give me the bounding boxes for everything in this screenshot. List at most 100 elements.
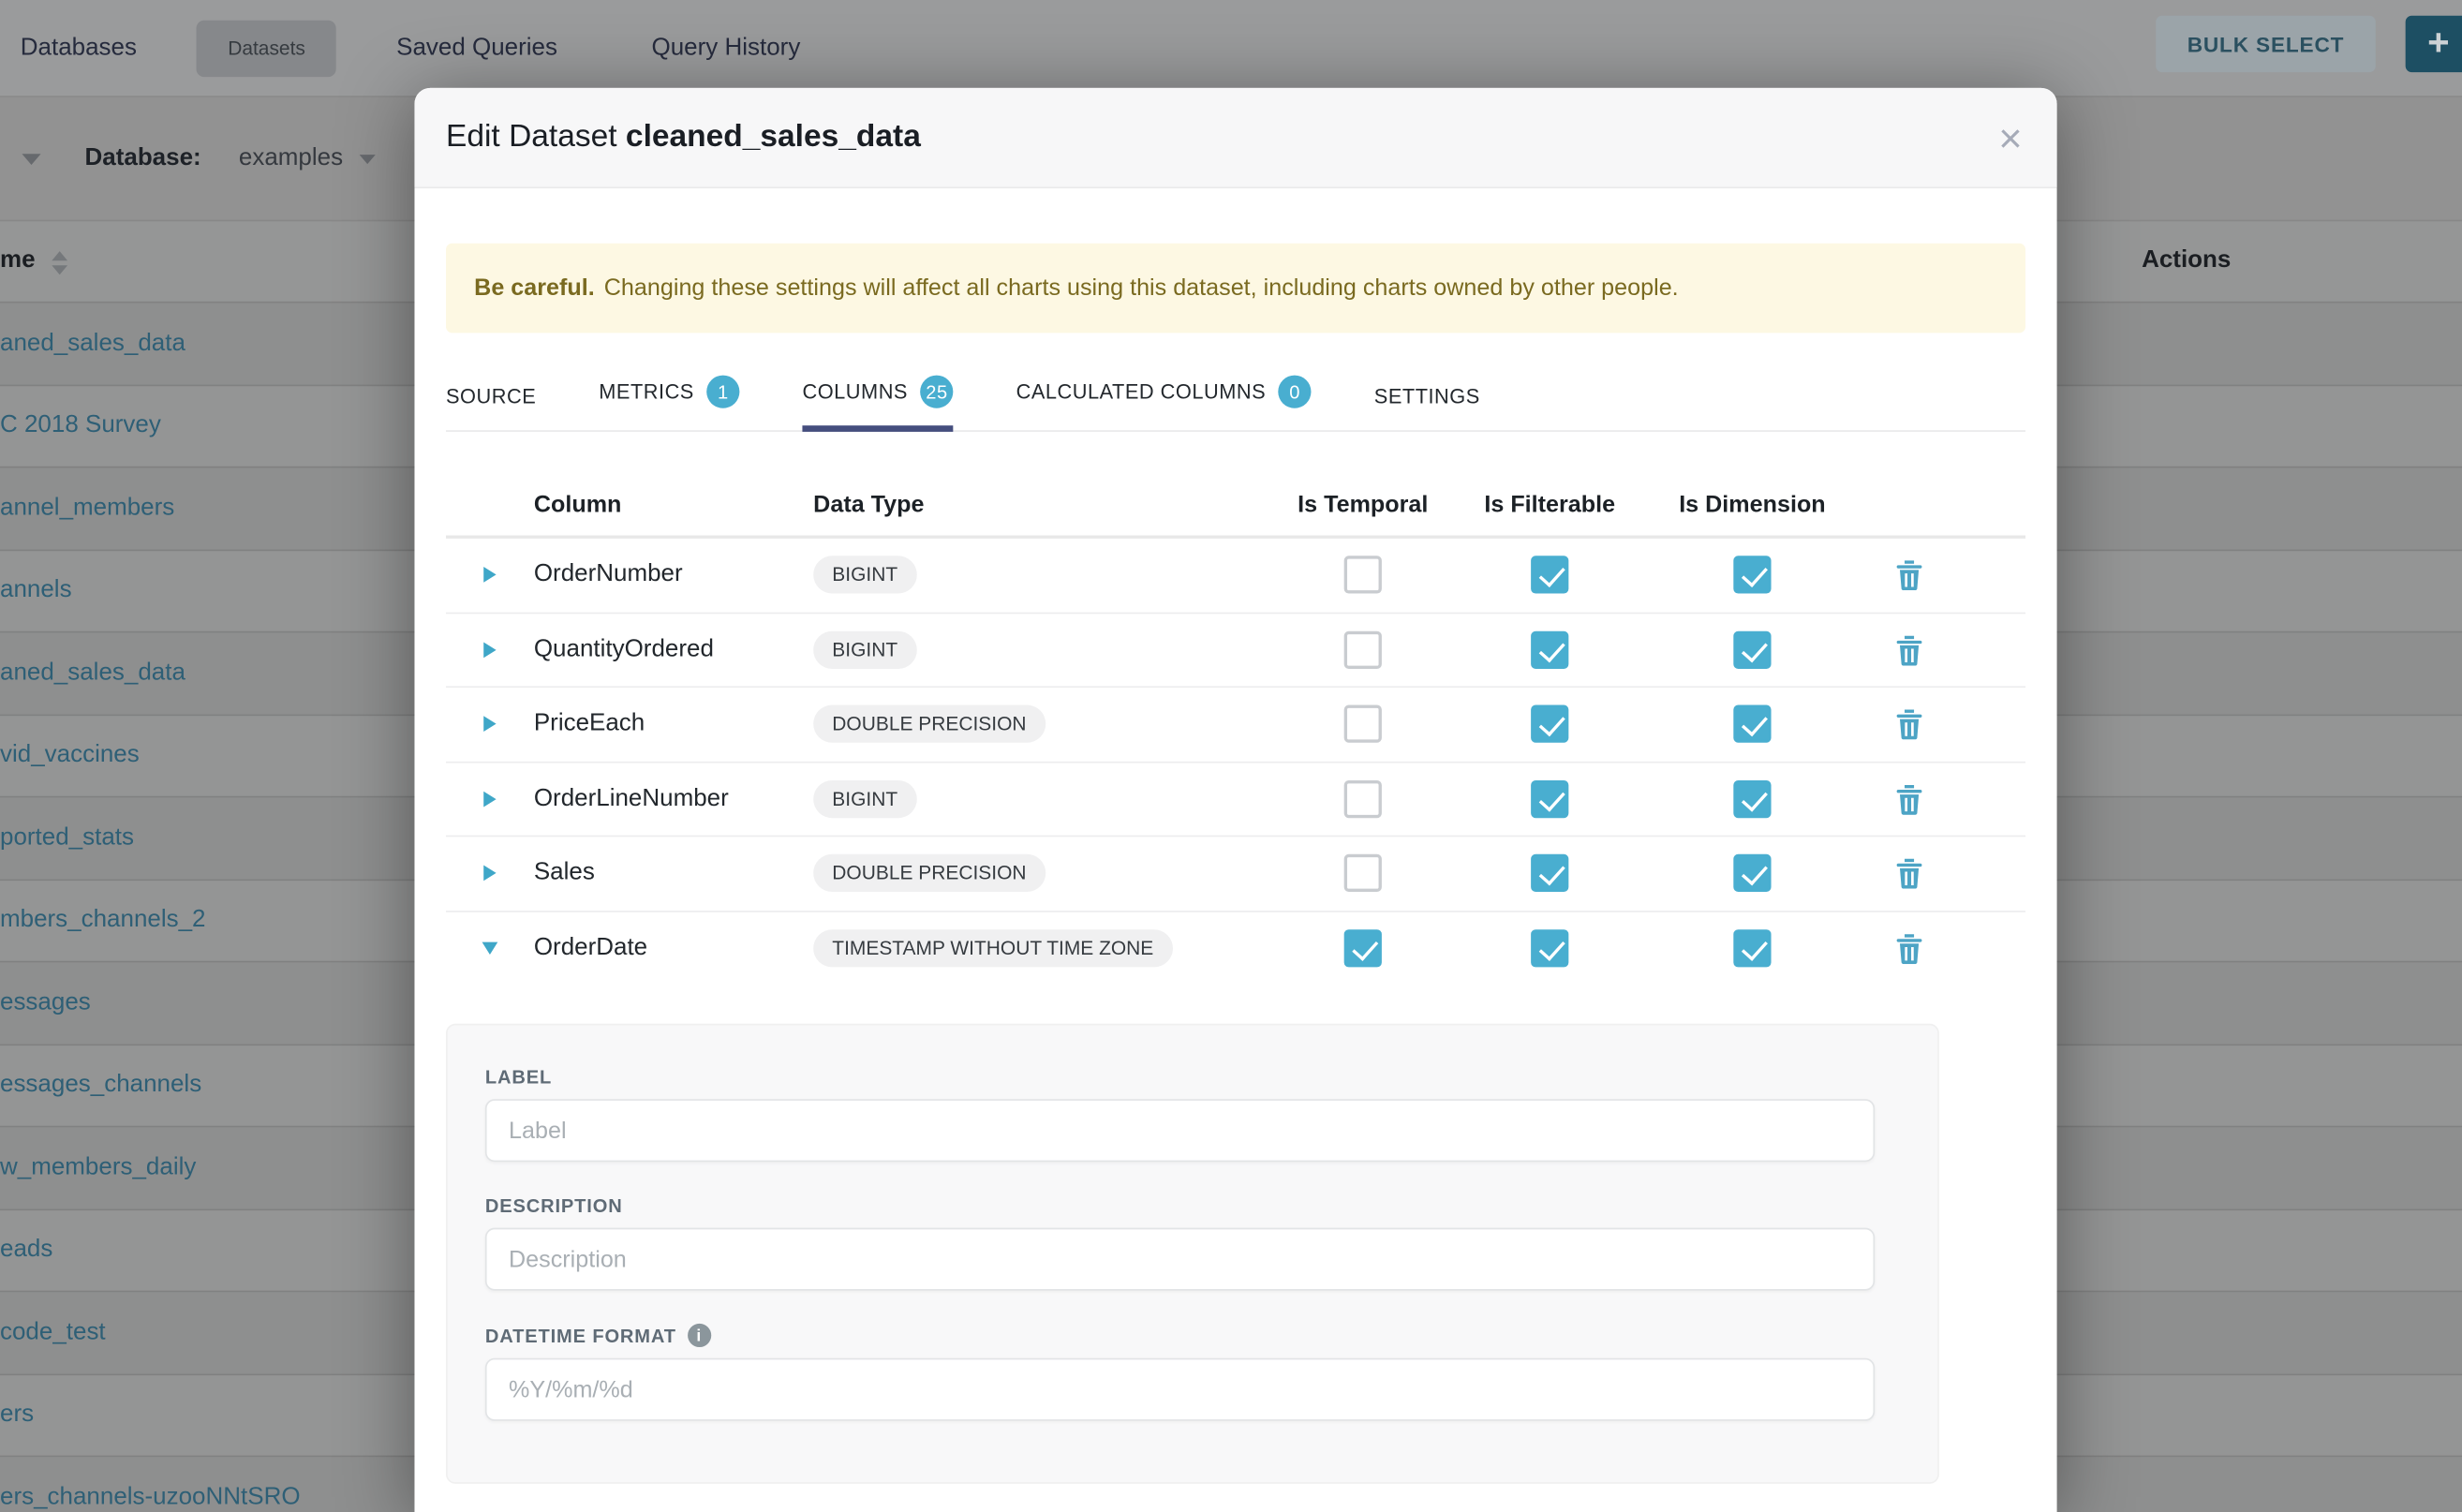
description-input[interactable] [485, 1228, 1875, 1291]
dataset-link[interactable]: annel_members [0, 495, 174, 523]
info-icon[interactable]: i [688, 1324, 711, 1347]
is-dimension-checkbox[interactable] [1733, 780, 1771, 818]
is-temporal-checkbox[interactable] [1344, 705, 1382, 743]
is-temporal-checkbox[interactable] [1344, 630, 1382, 668]
column-name: OrderDate [534, 934, 813, 962]
tab-count-badge: 1 [706, 376, 739, 408]
dataset-link[interactable]: mbers_channels_2 [0, 906, 206, 934]
sort-icon[interactable] [52, 251, 67, 274]
is-dimension-checkbox[interactable] [1733, 556, 1771, 594]
is-filterable-checkbox[interactable] [1531, 705, 1568, 743]
expand-caret-icon[interactable] [482, 941, 498, 954]
expand-caret-icon[interactable] [483, 791, 496, 807]
nav-item-databases[interactable]: Databases [21, 34, 137, 62]
database-filter-label: Database: [85, 144, 201, 172]
label-input[interactable] [485, 1099, 1875, 1162]
column-row: OrderDate TIMESTAMP WITHOUT TIME ZONE [446, 912, 2025, 985]
name-column-header[interactable]: me [0, 246, 36, 274]
is-filterable-checkbox[interactable] [1531, 780, 1568, 818]
column-row: PriceEach DOUBLE PRECISION [446, 688, 2025, 763]
trash-icon[interactable] [1895, 559, 1923, 591]
chevron-down-icon[interactable] [360, 154, 376, 163]
dataset-link[interactable]: ers [0, 1401, 34, 1429]
warning-bold: Be careful. [474, 274, 595, 301]
data-type-pill: BIGINT [813, 630, 916, 668]
header-is-filterable: Is Filterable [1457, 491, 1642, 517]
dataset-link[interactable]: aned_sales_data [0, 330, 185, 358]
header-column: Column [534, 491, 813, 517]
dataset-link[interactable]: essages [0, 988, 91, 1016]
header-is-temporal: Is Temporal [1268, 491, 1457, 517]
expand-caret-icon[interactable] [483, 567, 496, 583]
column-name: Sales [534, 859, 813, 887]
close-icon[interactable]: × [1998, 117, 2022, 158]
is-dimension-checkbox[interactable] [1733, 630, 1771, 668]
column-row: OrderLineNumber BIGINT [446, 763, 2025, 838]
actions-column-header: Actions [2142, 246, 2231, 274]
is-dimension-checkbox[interactable] [1733, 705, 1771, 743]
column-row: Sales DOUBLE PRECISION [446, 837, 2025, 912]
dataset-link[interactable]: w_members_daily [0, 1153, 196, 1181]
plus-icon: + [2427, 25, 2449, 63]
column-row: QuantityOrdered BIGINT [446, 613, 2025, 688]
dataset-link[interactable]: aned_sales_data [0, 660, 185, 688]
dataset-name: cleaned_sales_data [626, 119, 921, 154]
tab-columns[interactable]: COLUMNS25 [802, 376, 953, 431]
nav-item-datasets[interactable]: Datasets [197, 20, 337, 76]
is-temporal-checkbox[interactable] [1344, 929, 1382, 967]
modal-title: Edit Dataset cleaned_sales_data [446, 119, 921, 156]
is-dimension-checkbox[interactable] [1733, 929, 1771, 967]
bulk-select-button[interactable]: BULK SELECT [2156, 16, 2376, 72]
expand-caret-icon[interactable] [483, 642, 496, 658]
trash-icon[interactable] [1895, 858, 1923, 890]
tab-source[interactable]: SOURCE [446, 385, 536, 431]
database-filter-value[interactable]: examples [239, 144, 343, 172]
warning-banner: Be careful. Changing these settings will… [446, 244, 2025, 334]
is-dimension-checkbox[interactable] [1733, 854, 1771, 892]
label-field-label: LABEL [485, 1025, 1900, 1088]
tab-calculated-columns[interactable]: CALCULATED COLUMNS 0 [1016, 376, 1312, 431]
modal-tabs: SOURCE METRICS 1 COLUMNS25 CALCULATED COLUMN… [446, 355, 2025, 432]
is-temporal-checkbox[interactable] [1344, 780, 1382, 818]
dataset-link[interactable]: essages_channels [0, 1071, 201, 1099]
truncated-dropdown-caret-icon[interactable] [22, 153, 40, 164]
tab-metrics[interactable]: METRICS 1 [599, 376, 739, 431]
edit-dataset-modal: Edit Dataset cleaned_sales_data × Be car… [414, 88, 2056, 1512]
trash-icon[interactable] [1895, 708, 1923, 740]
trash-icon[interactable] [1895, 783, 1923, 815]
tab-label: CALCULATED COLUMNS [1016, 380, 1267, 404]
datetime-format-field-label: DATETIME FORMAT i [485, 1291, 1900, 1347]
header-is-dimension: Is Dimension [1642, 491, 1862, 517]
columns-table-body: OrderNumber BIGINT QuantityOrdered BIGIN… [446, 539, 2025, 985]
is-filterable-checkbox[interactable] [1531, 854, 1568, 892]
column-detail-panel: LABEL DESCRIPTION DATETIME FORMAT i [446, 1024, 1939, 1484]
data-type-pill: DOUBLE PRECISION [813, 705, 1045, 743]
add-dataset-button[interactable]: + [2406, 16, 2462, 72]
dataset-link[interactable]: code_test [0, 1318, 106, 1346]
is-temporal-checkbox[interactable] [1344, 854, 1382, 892]
is-temporal-checkbox[interactable] [1344, 556, 1382, 594]
tab-label: METRICS [599, 380, 694, 404]
dataset-link[interactable]: eads [0, 1236, 52, 1264]
dataset-link[interactable]: ported_stats [0, 823, 134, 852]
is-filterable-checkbox[interactable] [1531, 630, 1568, 668]
is-filterable-checkbox[interactable] [1531, 929, 1568, 967]
tab-settings[interactable]: SETTINGS [1374, 385, 1480, 431]
columns-table-header: Column Data Type Is Temporal Is Filterab… [446, 472, 2025, 538]
trash-icon[interactable] [1895, 634, 1923, 666]
modal-body: Be careful. Changing these settings will… [414, 244, 2056, 1484]
expand-caret-icon[interactable] [483, 717, 496, 733]
dataset-link[interactable]: C 2018 Survey [0, 412, 161, 440]
nav-item-saved-queries[interactable]: Saved Queries [396, 34, 557, 62]
trash-icon[interactable] [1895, 932, 1923, 964]
nav-item-query-history[interactable]: Query History [652, 34, 801, 62]
dataset-link[interactable]: vid_vaccines [0, 742, 140, 770]
dataset-link[interactable]: annels [0, 577, 72, 605]
expand-caret-icon[interactable] [483, 866, 496, 882]
tab-label: SETTINGS [1374, 385, 1480, 408]
dataset-link[interactable]: ers_channels-uzooNNtSRO [0, 1483, 301, 1511]
is-filterable-checkbox[interactable] [1531, 556, 1568, 594]
column-name: OrderLineNumber [534, 785, 813, 813]
tab-count-badge: 0 [1279, 376, 1312, 408]
datetime-format-input[interactable] [485, 1358, 1875, 1421]
